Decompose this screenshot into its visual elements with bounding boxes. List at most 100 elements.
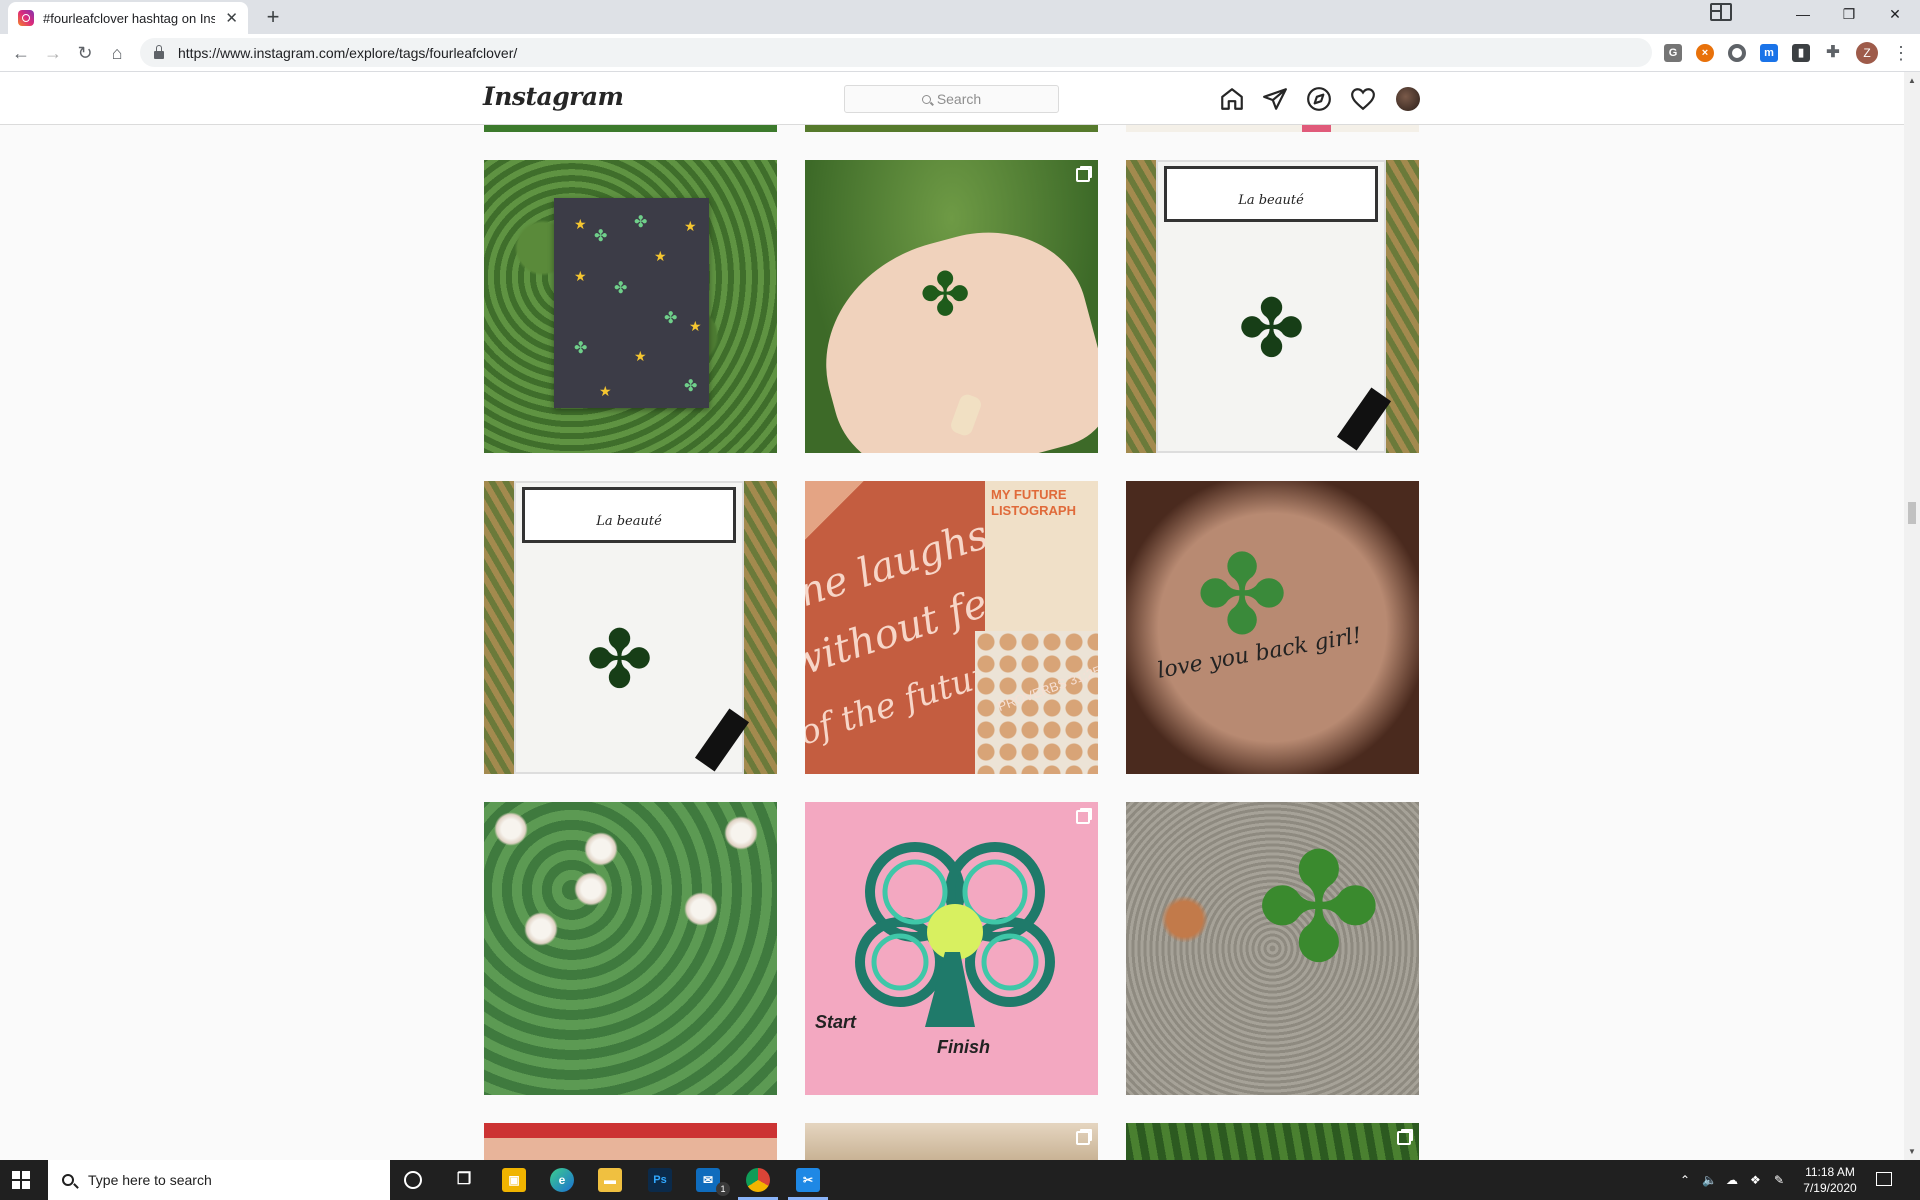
package-label: La beauté <box>596 514 662 529</box>
clover-icon: ✤ <box>920 261 971 328</box>
explore-compass-icon[interactable] <box>1306 86 1332 112</box>
multiple-photos-icon <box>1076 810 1090 824</box>
taskbar-clock[interactable]: 11:18 AM 7/19/2020 <box>1792 1164 1868 1196</box>
page-viewport: Instagram Search ★✤ ✤★ ★✤ ★✤ ★✤ ★✤ <box>0 72 1920 1160</box>
clover-flower <box>524 912 558 946</box>
tab-search-icon[interactable] <box>1710 3 1732 21</box>
post-image-star-card: ★ ✤ ✤ ★ ★ ✤ ★ ✤ ★ ✤ ★ ✤ ★ <box>554 198 709 408</box>
search-icon <box>921 94 931 104</box>
post-thumbnail[interactable]: La beauté ✤ <box>484 481 777 774</box>
reload-icon[interactable]: ↻ <box>72 40 98 66</box>
url-text: https://www.instagram.com/explore/tags/f… <box>178 44 518 61</box>
dropbox-icon[interactable]: ❖ <box>1750 1160 1761 1200</box>
browser-tab-strip: #fourleafclover hashtag on Instag ✕ + — … <box>0 0 1920 34</box>
post-thumbnail-partial[interactable] <box>484 1123 777 1160</box>
onedrive-icon[interactable]: ☁ <box>1726 1160 1738 1200</box>
post-thumbnail[interactable]: ne laughs without fe of the future MY FU… <box>805 481 1098 774</box>
instagram-favicon-icon <box>18 10 34 26</box>
post-thumbnail[interactable]: La beauté ✤ <box>1126 160 1419 453</box>
home-icon[interactable]: ⌂ <box>104 40 130 66</box>
browser-menu-icon[interactable]: ⋮ <box>1892 42 1910 64</box>
show-hidden-icons[interactable]: ⌃ <box>1680 1160 1690 1200</box>
close-window-button[interactable]: ✕ <box>1872 0 1918 30</box>
clover-maze-image <box>855 842 1055 1027</box>
clover-flower <box>494 812 528 846</box>
extension-circle-icon[interactable] <box>1728 44 1746 62</box>
post-thumbnail[interactable]: ✤ <box>805 160 1098 453</box>
post-image-dots <box>975 631 1098 774</box>
post-thumbnail-partial[interactable] <box>805 1123 1098 1160</box>
tab-close-icon[interactable]: ✕ <box>225 9 238 27</box>
post-thumbnail[interactable]: ★ ✤ ✤ ★ ★ ✤ ★ ✤ ★ ✤ ★ ✤ ★ <box>484 160 777 453</box>
post-image-package: La beauté ✤ <box>1156 160 1392 453</box>
clover-flower <box>724 816 758 850</box>
chrome-icon[interactable] <box>746 1168 770 1192</box>
home-nav-icon[interactable] <box>1219 86 1245 112</box>
post-image-package: La beauté ✤ <box>514 481 750 774</box>
maze-finish-label: Finish <box>937 1037 990 1057</box>
post-thumbnail[interactable]: ✤ love you back girl! <box>1126 481 1419 774</box>
extension-orange-icon[interactable]: × <box>1696 44 1714 62</box>
new-tab-button[interactable]: + <box>260 4 286 30</box>
post-thumbnail-partial[interactable] <box>1126 1123 1419 1160</box>
book-title: MY FUTURE LISTOGRAPH <box>991 487 1076 518</box>
snipping-tool-icon[interactable]: ✂ <box>796 1168 820 1192</box>
task-view-icon[interactable]: ❐ <box>452 1168 476 1192</box>
multiple-photos-icon <box>1397 1131 1411 1145</box>
post-thumbnail[interactable]: Start Finish <box>805 802 1098 1095</box>
back-icon[interactable]: ← <box>8 40 34 66</box>
extension-dark-icon[interactable]: ▮ <box>1792 44 1810 62</box>
search-input[interactable]: Search <box>844 85 1059 113</box>
package-label: La beauté <box>1238 193 1304 208</box>
lock-icon <box>154 44 164 59</box>
scroll-down-icon[interactable]: ▼ <box>1908 1147 1916 1156</box>
post-image-hand <box>805 208 1098 453</box>
clover-icon: ✤ <box>1256 824 1382 992</box>
extension-g-icon[interactable]: G <box>1664 44 1682 62</box>
address-bar[interactable]: https://www.instagram.com/explore/tags/f… <box>140 38 1652 67</box>
volume-icon[interactable]: 🔈 <box>1702 1160 1717 1200</box>
scrollbar-thumb[interactable] <box>1908 502 1916 524</box>
browser-toolbar: ← → ↻ ⌂ https://www.instagram.com/explor… <box>0 34 1920 72</box>
post-thumbnail[interactable]: ✤ <box>1126 802 1419 1095</box>
profile-avatar[interactable]: Z <box>1856 42 1878 64</box>
maze-start-label: Start <box>815 1012 857 1032</box>
direct-messages-icon[interactable] <box>1262 86 1288 112</box>
tab-title: #fourleafclover hashtag on Instag <box>43 10 216 26</box>
multiple-photos-icon <box>1076 1131 1090 1145</box>
clover-flower <box>684 892 718 926</box>
restore-button[interactable]: ❐ <box>1826 0 1872 30</box>
extensions-puzzle-icon[interactable]: ✚ <box>1824 44 1842 62</box>
clock-time: 11:18 AM <box>1805 1165 1855 1179</box>
post-thumbnail[interactable] <box>484 802 777 1095</box>
activity-heart-icon[interactable] <box>1350 86 1376 112</box>
clover-flower <box>574 872 608 906</box>
pen-icon[interactable]: ✎ <box>1774 1160 1784 1200</box>
taskbar-search-icon <box>62 1174 74 1186</box>
cortana-icon[interactable] <box>404 1171 422 1189</box>
forward-icon[interactable]: → <box>40 40 66 66</box>
windows-taskbar: Type here to search ❐ ▣ e ▬ Ps ✉ 1 ✂ ⌃ 🔈… <box>0 1160 1920 1200</box>
notifications-icon[interactable] <box>1876 1172 1892 1186</box>
extension-blue-icon[interactable]: m <box>1760 44 1778 62</box>
file-explorer-icon[interactable]: ▬ <box>598 1168 622 1192</box>
user-avatar[interactable] <box>1396 87 1420 111</box>
clover-icon: ✤ <box>1238 284 1306 373</box>
instagram-logo[interactable]: Instagram <box>483 82 624 111</box>
edge-icon[interactable]: e <box>550 1168 574 1192</box>
instagram-header: Instagram Search <box>0 72 1904 125</box>
windows-start-icon[interactable] <box>12 1171 30 1189</box>
taskbar-search-placeholder: Type here to search <box>88 1172 212 1188</box>
store-icon[interactable]: ▣ <box>502 1168 526 1192</box>
taskbar-search-box[interactable]: Type here to search <box>48 1160 390 1200</box>
multiple-photos-icon <box>1076 168 1090 182</box>
photoshop-icon[interactable]: Ps <box>648 1168 672 1192</box>
minimize-button[interactable]: — <box>1780 0 1826 30</box>
clock-date: 7/19/2020 <box>1803 1181 1857 1195</box>
search-placeholder: Search <box>936 91 982 107</box>
page-scrollbar[interactable]: ▲ ▼ <box>1904 72 1920 1160</box>
mail-badge: 1 <box>716 1182 730 1196</box>
clover-icon: ✤ <box>586 615 654 704</box>
scroll-up-icon[interactable]: ▲ <box>1908 76 1916 85</box>
browser-tab[interactable]: #fourleafclover hashtag on Instag ✕ <box>8 2 248 34</box>
